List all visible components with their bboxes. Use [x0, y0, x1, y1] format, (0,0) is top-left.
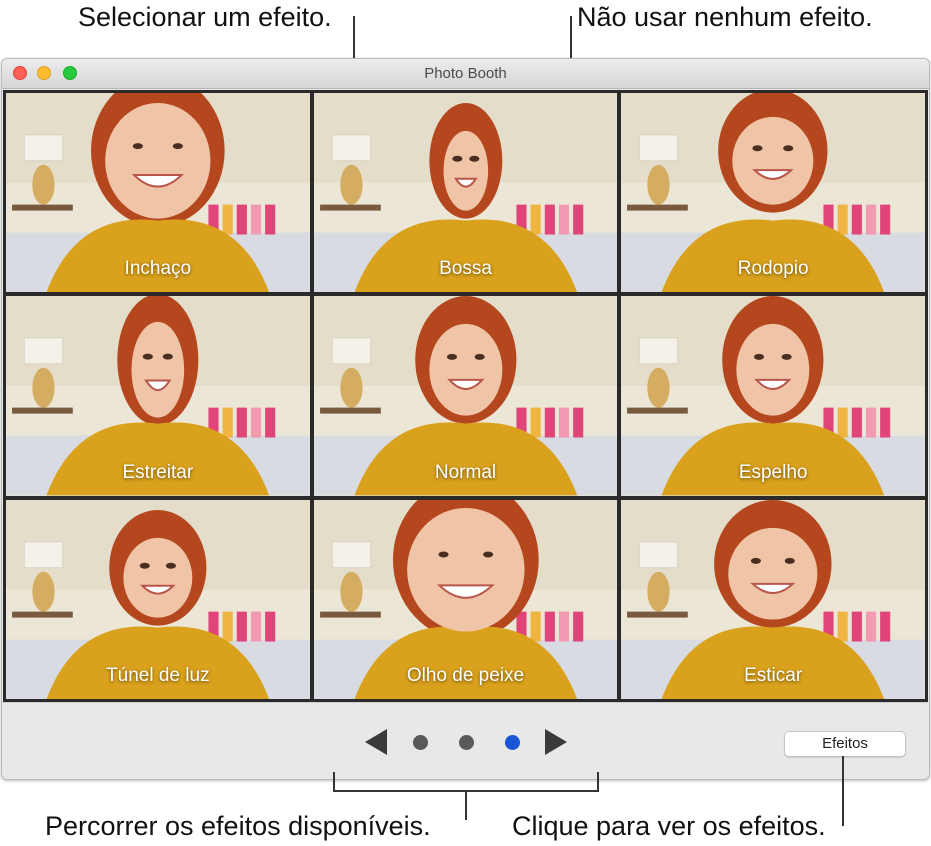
effect-tile-rodopio[interactable]: Rodopio — [621, 93, 925, 293]
window-title: Photo Booth — [424, 65, 507, 82]
effects-grid: Inchaço Bossa Rodopio Estreitar Normal E… — [3, 90, 928, 702]
effect-tile-bossa[interactable]: Bossa — [313, 93, 618, 293]
effect-label: Túnel de luz — [106, 664, 210, 686]
effect-tile-inchaco[interactable]: Inchaço — [6, 93, 310, 293]
page-dot-1[interactable] — [413, 735, 428, 750]
bottom-toolbar: Efeitos — [2, 702, 929, 779]
effect-tile-estreitar[interactable]: Estreitar — [6, 296, 310, 496]
effect-tile-espelho[interactable]: Espelho — [621, 296, 925, 496]
effect-label: Estreitar — [122, 461, 194, 483]
effect-label: Bossa — [439, 258, 492, 280]
callout-select-effect: Selecionar um efeito. — [78, 2, 332, 32]
effect-tile-olho-de-peixe[interactable]: Olho de peixe — [313, 499, 618, 699]
callout-click-to-see: Clique para ver os efeitos. — [512, 811, 826, 841]
page-dot-3[interactable] — [505, 735, 520, 750]
callout-line-effects-button — [842, 756, 844, 826]
bracket-stem — [465, 790, 467, 820]
photo-booth-window: Photo Booth Inchaço Bossa Rodopio Estrei… — [1, 58, 930, 780]
effect-label: Espelho — [738, 461, 808, 483]
effect-tile-esticar[interactable]: Esticar — [621, 499, 925, 699]
callout-browse-effects: Percorrer os efeitos disponíveis. — [45, 811, 431, 841]
bracket-right — [597, 772, 599, 792]
effect-label: Olho de peixe — [406, 664, 525, 686]
callout-no-effect: Não usar nenhum efeito. — [577, 2, 873, 32]
effects-button[interactable]: Efeitos — [784, 731, 906, 757]
previous-page-arrow-icon[interactable] — [365, 729, 387, 755]
title-bar[interactable]: Photo Booth — [2, 59, 929, 89]
effect-label: Rodopio — [737, 258, 809, 280]
effect-tile-normal[interactable]: Normal — [313, 296, 618, 496]
effect-label: Inchaço — [124, 258, 192, 280]
bracket-left — [333, 772, 335, 792]
effect-label: Esticar — [744, 664, 803, 686]
effect-label: Normal — [434, 461, 497, 483]
effect-tile-tunel-de-luz[interactable]: Túnel de luz — [6, 499, 310, 699]
page-dot-2[interactable] — [459, 735, 474, 750]
next-page-arrow-icon[interactable] — [545, 729, 567, 755]
